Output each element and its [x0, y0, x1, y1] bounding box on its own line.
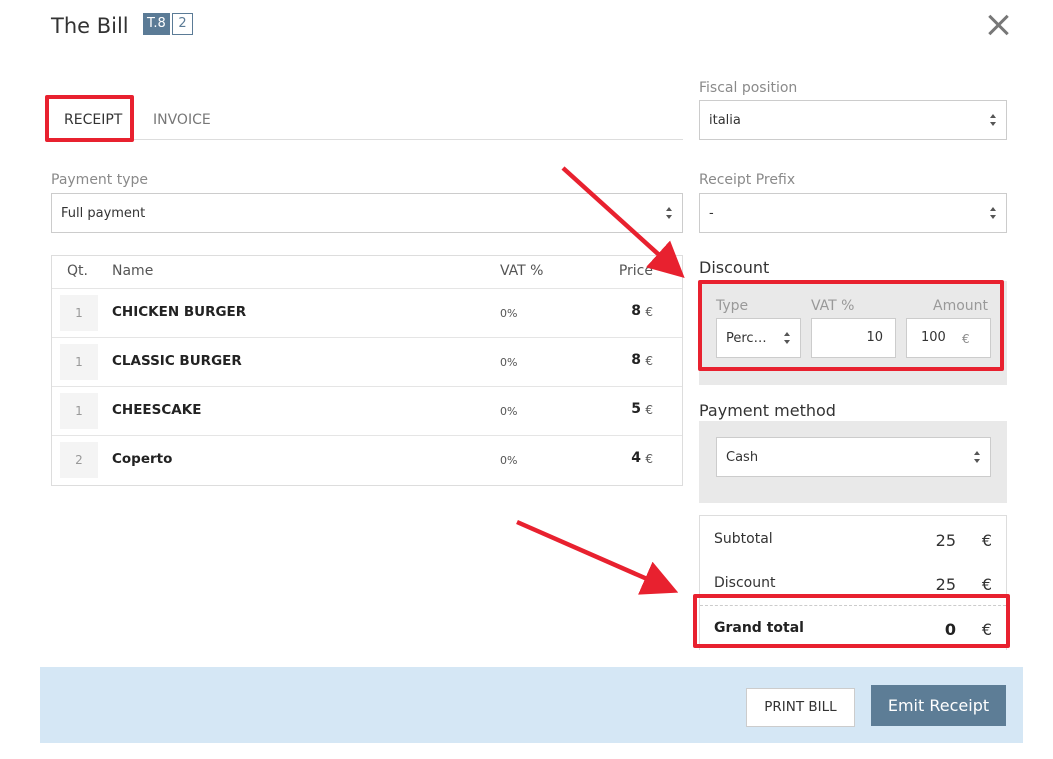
- subtotal-label: Subtotal: [714, 531, 773, 547]
- fiscal-position-label: Fiscal position: [699, 80, 798, 96]
- emit-receipt-button[interactable]: Emit Receipt: [871, 685, 1006, 726]
- receipt-prefix-label: Receipt Prefix: [699, 172, 796, 188]
- column-header-name: Name: [112, 263, 154, 279]
- tab-receipt[interactable]: RECEIPT: [58, 108, 128, 138]
- discount-amount-input[interactable]: 100 €: [906, 318, 991, 358]
- receipt-prefix-select[interactable]: -: [699, 193, 1007, 233]
- discount-type-value: Perc…: [726, 330, 767, 346]
- grand-total-value: 0: [944, 620, 956, 639]
- select-caret-icon: [974, 451, 981, 463]
- payment-type-label: Payment type: [51, 172, 149, 188]
- receipt-prefix-value: -: [709, 205, 714, 221]
- tabs-divider: [51, 139, 683, 140]
- close-icon[interactable]: [984, 10, 1014, 40]
- select-caret-icon: [784, 332, 791, 344]
- payment-method-select[interactable]: Cash: [716, 437, 991, 477]
- column-header-price: Price: [618, 263, 653, 279]
- subtotal-currency: €: [981, 531, 992, 550]
- item-name: CHICKEN BURGER: [112, 304, 247, 320]
- item-price: 4: [631, 450, 641, 466]
- item-qty: 1: [60, 344, 98, 380]
- discount-type-label: Type: [716, 298, 749, 314]
- item-vat: 0%: [500, 454, 518, 467]
- item-price: 8: [631, 352, 641, 368]
- bill-title: The Bill: [51, 14, 129, 38]
- item-name: Coperto: [112, 451, 173, 467]
- discount-vat-label: VAT %: [811, 298, 855, 314]
- item-qty: 1: [60, 295, 98, 331]
- item-vat: 0%: [500, 405, 518, 418]
- table-row[interactable]: 1 CHEESCAKE 0% 5 €: [52, 386, 682, 435]
- count-badge: 2: [172, 13, 193, 35]
- subtotal-value: 25: [935, 531, 956, 550]
- fiscal-position-select[interactable]: italia: [699, 100, 1007, 140]
- discount-vat-input[interactable]: 10: [811, 318, 896, 358]
- discount-total-label: Discount: [714, 575, 776, 591]
- annotation-arrow: [516, 519, 679, 595]
- item-currency: €: [645, 305, 653, 319]
- discount-total-currency: €: [981, 575, 992, 594]
- item-vat: 0%: [500, 307, 518, 320]
- payment-method-title: Payment method: [699, 401, 836, 420]
- item-name: CHEESCAKE: [112, 402, 202, 418]
- item-vat: 0%: [500, 356, 518, 369]
- discount-type-select[interactable]: Perc…: [716, 318, 801, 358]
- payment-method-value: Cash: [726, 449, 759, 465]
- item-currency: €: [645, 452, 653, 466]
- select-caret-icon: [666, 207, 673, 219]
- column-header-vat: VAT %: [500, 263, 544, 279]
- item-currency: €: [645, 354, 653, 368]
- discount-title: Discount: [699, 258, 770, 277]
- payment-type-value: Full payment: [61, 205, 146, 221]
- item-price: 5: [631, 401, 641, 417]
- discount-amount-currency: €: [962, 332, 970, 346]
- item-currency: €: [645, 403, 653, 417]
- select-caret-icon: [990, 207, 997, 219]
- table-row[interactable]: 1 CHICKEN BURGER 0% 8 €: [52, 288, 682, 337]
- fiscal-position-value: italia: [709, 112, 741, 128]
- discount-amount-label: Amount: [933, 298, 989, 314]
- column-header-qty: Qt.: [67, 263, 88, 279]
- item-price: 8: [631, 303, 641, 319]
- select-caret-icon: [990, 114, 997, 126]
- tab-invoice[interactable]: INVOICE: [153, 108, 211, 138]
- payment-type-select[interactable]: Full payment: [51, 193, 683, 233]
- item-qty: 1: [60, 393, 98, 429]
- table-row[interactable]: 2 Coperto 0% 4 €: [52, 435, 682, 484]
- items-table: Qt. Name VAT % Price 1 CHICKEN BURGER 0%…: [51, 255, 683, 486]
- table-badge: T.8: [143, 13, 170, 35]
- totals-panel: Subtotal 25 € Discount 25 € Grand total …: [699, 515, 1007, 650]
- print-bill-button[interactable]: PRINT BILL: [746, 688, 855, 727]
- item-qty: 2: [60, 442, 98, 478]
- grand-total-label: Grand total: [714, 620, 804, 636]
- item-name: CLASSIC BURGER: [112, 353, 242, 369]
- table-row[interactable]: 1 CLASSIC BURGER 0% 8 €: [52, 337, 682, 386]
- discount-amount-value: 100: [921, 330, 946, 345]
- discount-total-value: 25: [935, 575, 956, 594]
- grand-total-currency: €: [981, 620, 992, 639]
- totals-divider: [700, 605, 1006, 606]
